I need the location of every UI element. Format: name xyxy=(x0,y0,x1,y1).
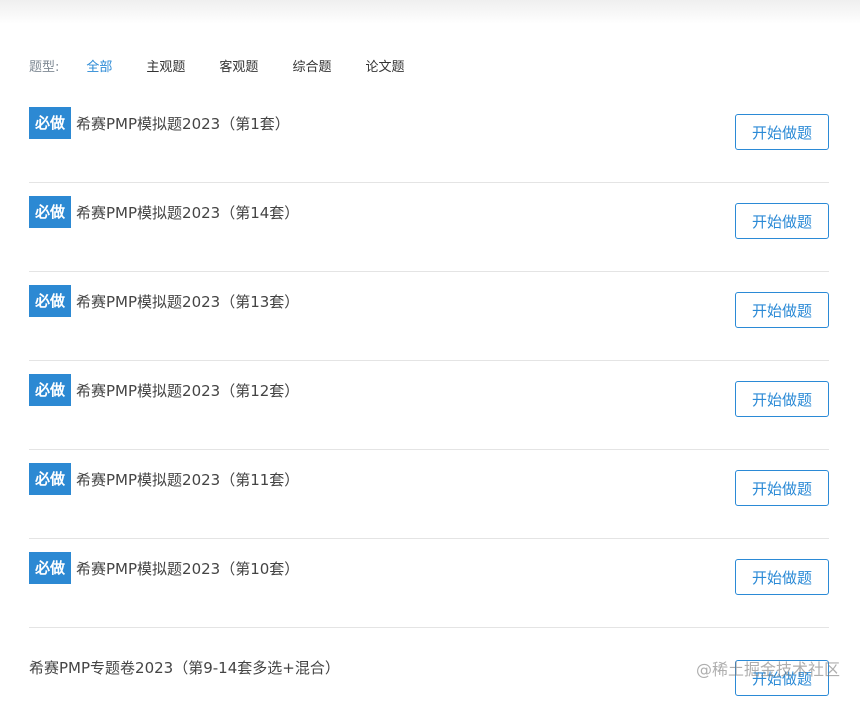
exam-title[interactable]: 希赛PMP模拟题2023（第14套） xyxy=(76,202,299,223)
required-badge: 必做 xyxy=(29,107,71,139)
required-badge: 必做 xyxy=(29,196,71,228)
exam-row: 必做 希赛PMP模拟题2023（第1套） 开始做题 xyxy=(29,94,829,183)
exam-title[interactable]: 希赛PMP专题卷2023（第9-14套多选+混合） xyxy=(29,657,340,678)
filter-comprehensive[interactable]: 综合题 xyxy=(292,56,331,75)
exam-title[interactable]: 希赛PMP模拟题2023（第11套） xyxy=(76,469,299,490)
required-badge: 必做 xyxy=(29,552,71,584)
exam-list: 必做 希赛PMP模拟题2023（第1套） 开始做题 必做 希赛PMP模拟题202… xyxy=(29,94,829,716)
watermark: @稀土掘金技术社区 xyxy=(696,656,840,680)
exam-row: 必做 希赛PMP模拟题2023（第13套） 开始做题 xyxy=(29,272,829,361)
exam-title-wrap: 必做 希赛PMP模拟题2023（第11套） xyxy=(29,463,299,495)
exam-row: 必做 希赛PMP模拟题2023（第14套） 开始做题 xyxy=(29,183,829,272)
filter-label: 题型: xyxy=(29,56,59,75)
exam-title-wrap: 希赛PMP专题卷2023（第9-14套多选+混合） xyxy=(29,657,340,678)
required-badge: 必做 xyxy=(29,463,71,495)
start-button[interactable]: 开始做题 xyxy=(735,203,829,239)
exam-row: 必做 希赛PMP模拟题2023（第10套） 开始做题 xyxy=(29,539,829,628)
exam-title[interactable]: 希赛PMP模拟题2023（第1套） xyxy=(76,113,290,134)
exam-title-wrap: 必做 希赛PMP模拟题2023（第1套） xyxy=(29,107,290,139)
start-button[interactable]: 开始做题 xyxy=(735,114,829,150)
question-type-filter: 题型: 全部 主观题 客观题 综合题 论文题 xyxy=(29,56,438,74)
start-button[interactable]: 开始做题 xyxy=(735,470,829,506)
required-badge: 必做 xyxy=(29,374,71,406)
start-button[interactable]: 开始做题 xyxy=(735,292,829,328)
exam-title-wrap: 必做 希赛PMP模拟题2023（第12套） xyxy=(29,374,299,406)
filter-objective[interactable]: 客观题 xyxy=(219,56,258,75)
filter-all[interactable]: 全部 xyxy=(86,56,112,75)
start-button[interactable]: 开始做题 xyxy=(735,381,829,417)
top-shadow xyxy=(0,0,860,24)
required-badge: 必做 xyxy=(29,285,71,317)
exam-title[interactable]: 希赛PMP模拟题2023（第10套） xyxy=(76,558,299,579)
exam-row: 必做 希赛PMP模拟题2023（第11套） 开始做题 xyxy=(29,450,829,539)
exam-row: 必做 希赛PMP模拟题2023（第12套） 开始做题 xyxy=(29,361,829,450)
filter-essay[interactable]: 论文题 xyxy=(365,56,404,75)
exam-title[interactable]: 希赛PMP模拟题2023（第13套） xyxy=(76,291,299,312)
filter-subjective[interactable]: 主观题 xyxy=(146,56,185,75)
start-button[interactable]: 开始做题 xyxy=(735,559,829,595)
exam-title-wrap: 必做 希赛PMP模拟题2023（第10套） xyxy=(29,552,299,584)
exam-title-wrap: 必做 希赛PMP模拟题2023（第13套） xyxy=(29,285,299,317)
exam-title-wrap: 必做 希赛PMP模拟题2023（第14套） xyxy=(29,196,299,228)
exam-title[interactable]: 希赛PMP模拟题2023（第12套） xyxy=(76,380,299,401)
